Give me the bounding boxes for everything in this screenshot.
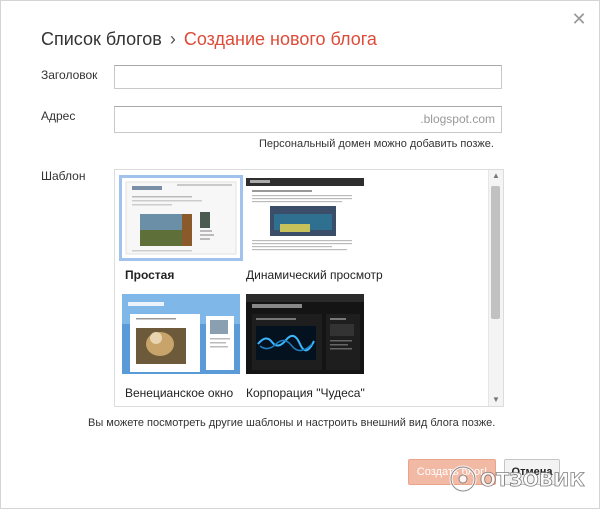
template-dynamic-preview (246, 178, 364, 258)
title-input[interactable] (114, 65, 502, 89)
scroll-thumb[interactable] (491, 186, 500, 319)
breadcrumb-separator-icon: › (169, 29, 176, 49)
otzovik-logo: ОТЗОВИК (449, 465, 586, 493)
create-blog-dialog: ✕ Список блогов › Создание нового блога За… (0, 0, 600, 509)
breadcrumb-blog-list[interactable]: Список блогов (41, 29, 162, 49)
breadcrumb-current: Создание нового блога (183, 29, 377, 49)
template-dynamic-thumbnail[interactable] (246, 178, 364, 258)
template-awesome-inc-thumbnail[interactable] (246, 294, 364, 374)
template-simple-thumbnail[interactable] (119, 175, 243, 261)
template-name: Венецианское окно (125, 386, 234, 400)
template-awesome-inc-preview (246, 294, 364, 374)
template-list-scrollbar[interactable]: ▲ ▼ (488, 170, 503, 406)
title-label: Заголовок (41, 68, 98, 82)
template-picture-window-preview (122, 294, 240, 374)
address-hint: Персональный домен можно добавить позже. (259, 138, 494, 150)
address-label: Адрес (41, 109, 76, 123)
template-name: Простая (125, 268, 175, 282)
template-label: Шаблон (41, 169, 86, 183)
address-suffix: .blogspot.com (420, 112, 495, 126)
watermark-text: ОТЗОВИК (480, 469, 585, 491)
scroll-up-icon[interactable]: ▲ (489, 170, 503, 182)
address-input[interactable]: .blogspot.com (114, 106, 502, 133)
dialog-title: Список блогов › Создание нового блога (41, 29, 377, 50)
template-name: Корпорация "Чудеса" (246, 386, 365, 400)
template-list: Простая Динамический просмотр Венецианск… (114, 169, 504, 407)
templates-hint: Вы можете посмотреть другие шаблоны и на… (88, 417, 496, 429)
template-picture-window-thumbnail[interactable] (122, 294, 240, 374)
scroll-down-icon[interactable]: ▼ (489, 394, 503, 406)
otzovik-watermark: ОТЗОВИК (448, 464, 594, 494)
close-icon[interactable]: ✕ (571, 10, 587, 28)
template-simple-preview (122, 178, 240, 258)
template-name: Динамический просмотр (246, 268, 383, 282)
